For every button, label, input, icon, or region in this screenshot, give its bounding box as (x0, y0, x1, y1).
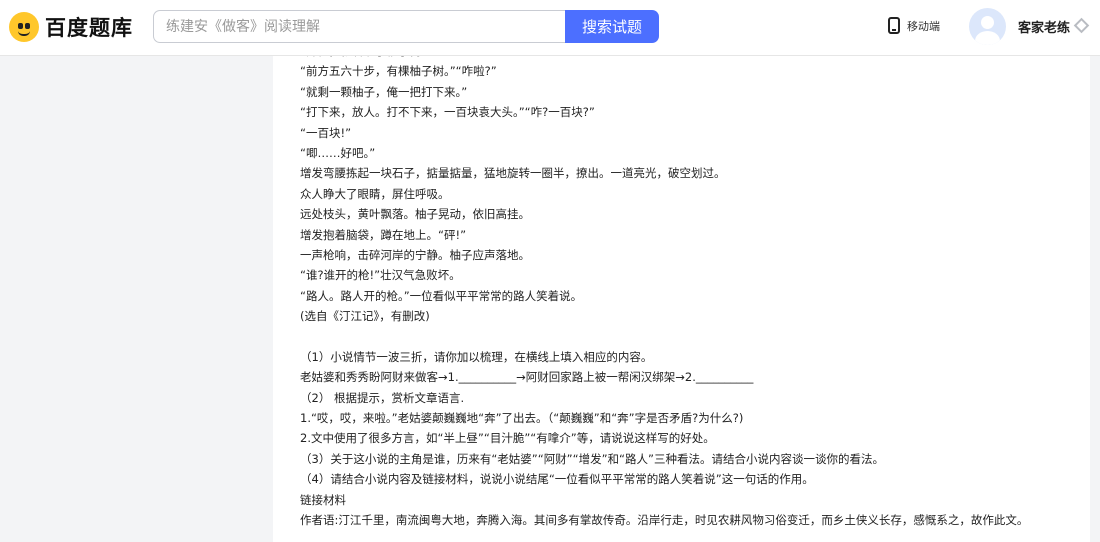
passage-line: “一百块!” (300, 125, 352, 140)
site-logo[interactable]: 百度题库 (9, 11, 133, 43)
search-bar: 搜索试题 (153, 10, 659, 43)
vip-diamond-icon (1073, 17, 1090, 34)
passage-line: (选自《汀江记》，有删改) (300, 309, 430, 324)
passage-line: 一声枪响，击碎河岸的宁静。柚子应声落地。 (300, 247, 530, 262)
passage-line: （2） 根据提示，赏析文章语言. (300, 390, 465, 405)
search-input[interactable] (153, 10, 565, 43)
mobile-link[interactable]: 移动端 (888, 17, 940, 34)
passage-line: “打下来，放人。打不下来，一百块袁大头。”“咋?一百块?” (300, 105, 595, 120)
passage-line: “谁?谁开的枪!”壮汉气急败坏。 (300, 268, 461, 283)
passage-text: “开枪，就看准了柚子树。”“前方五六十步，有棵柚子树。”“咋啦?”“就剩一颗柚子… (300, 56, 1080, 530)
passage-line: 增发弯腰拣起一块石子，掂量掂量，猛地旋转一圈半，撩出。一道亮光，破空划过。 (300, 166, 726, 181)
passage-line: “就剩一颗柚子，俺一把打下来。” (300, 84, 468, 99)
question-content: “开枪，就看准了柚子树。”“前方五六十步，有棵柚子树。”“咋啦?”“就剩一颗柚子… (273, 56, 1090, 542)
passage-line: （1）小说情节一波三折，请你加以梳理，在横线上填入相应的内容。 (300, 349, 653, 364)
mobile-label: 移动端 (907, 19, 940, 33)
passage-line: “唧……好吧。” (300, 145, 376, 160)
passage-line: 远处枝头，黄叶飘落。柚子晃动，依旧高挂。 (300, 207, 530, 222)
passage-line: 老姑婆和秀秀盼阿财来做客→1.__________→阿财回家路上被一帮闲汉绑架→… (300, 370, 754, 385)
passage-line: 2.文中使用了很多方言，如“半上昼”“目汁脆”“有嗱介”等，请说说这样写的好处。 (300, 431, 715, 446)
passage-line: （3）关于这小说的主角是谁，历来有“老姑婆”“阿财”“增发”和“路人”三种看法。… (300, 451, 884, 466)
passage-line (300, 326, 1080, 346)
passage-line: 增发抱着脑袋，蹲在地上。“砰!” (300, 227, 467, 242)
avatar[interactable] (969, 8, 1006, 45)
passage-line: “路人。路人开的枪。”一位看似平平常常的路人笑着说。 (300, 288, 583, 303)
top-header: 百度题库 搜索试题 移动端 客家老练 (0, 0, 1100, 56)
username[interactable]: 客家老练 (1018, 17, 1070, 36)
phone-icon (888, 17, 900, 34)
passage-line: 链接材料 (300, 492, 346, 507)
passage-line: 1.“哎，哎，来啦。”老姑婆颠巍巍地“奔”了出去。（“颠巍巍”和“奔”字是否矛盾… (300, 411, 744, 426)
passage-line: 作者语:汀江千里，南流闽粤大地，奔腾入海。其间多有掌故传奇。沿岸行走，时见农耕风… (300, 512, 1029, 527)
logo-text: 百度题库 (45, 16, 133, 40)
passage-line: 众人睁大了眼睛，屏住呼吸。 (300, 186, 450, 201)
passage-line: “前方五六十步，有棵柚子树。”“咋啦?” (300, 64, 497, 79)
passage-line: （4）请结合小说内容及链接材料，说说小说结尾“一位看似平平常常的路人笑着说”这一… (300, 472, 814, 487)
search-button[interactable]: 搜索试题 (565, 10, 659, 43)
logo-mascot-icon (9, 12, 39, 42)
